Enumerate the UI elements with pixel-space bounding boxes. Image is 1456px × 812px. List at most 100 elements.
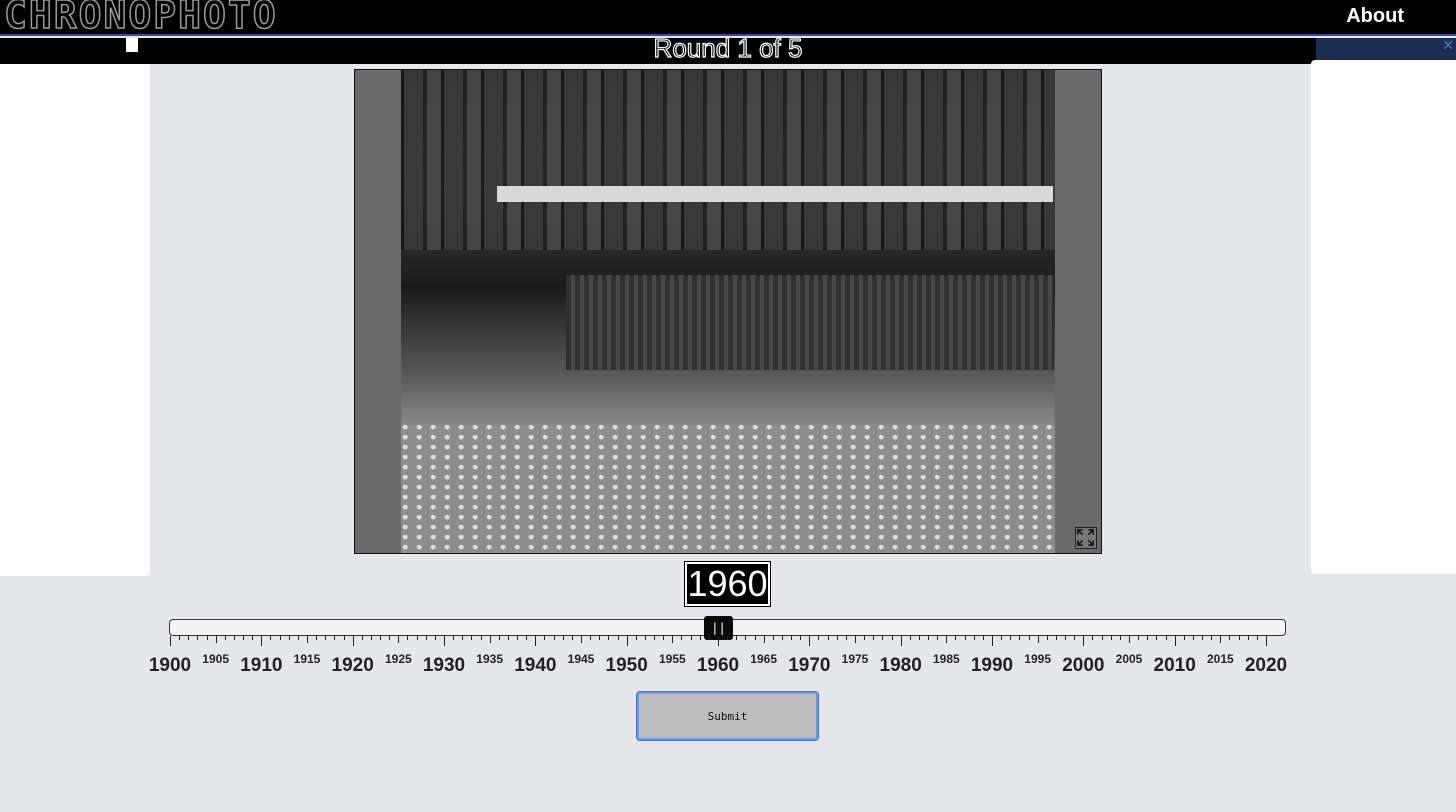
timeline-tick — [699, 636, 701, 640]
timeline-tick — [690, 636, 692, 640]
timeline-tick — [224, 636, 226, 640]
timeline-minor-label: 2015 — [1206, 652, 1234, 666]
timeline-major-label: 1900 — [148, 655, 192, 676]
timeline-tick — [718, 636, 719, 646]
photo-train-car — [566, 275, 1054, 370]
timeline-tick — [781, 636, 783, 640]
timeline-tick — [1028, 636, 1030, 640]
timeline-tick — [288, 636, 290, 640]
timeline-tick — [498, 636, 500, 640]
timeline-tick — [681, 636, 683, 640]
timeline-tick — [307, 636, 308, 643]
photo-train-roof — [497, 186, 1053, 202]
timeline-major-label: 2010 — [1153, 655, 1196, 676]
timeline-tick — [626, 636, 628, 646]
timeline-tick — [599, 636, 601, 640]
timeline-tick — [590, 636, 592, 640]
timeline-tick — [434, 636, 436, 640]
left-ad-banner[interactable] — [0, 38, 150, 576]
timeline-tick — [361, 636, 363, 640]
timeline-tick — [992, 636, 993, 646]
timeline-minor-label: 1925 — [384, 652, 412, 666]
timeline-tick — [206, 636, 208, 640]
timeline-tick — [946, 636, 948, 643]
timeline-tick — [1202, 636, 1204, 640]
timeline-tick — [663, 636, 665, 640]
timeline-major-label: 1920 — [331, 655, 374, 676]
timeline-major-label: 1930 — [422, 655, 466, 676]
timeline-tick — [672, 636, 674, 643]
timeline-tick — [982, 636, 984, 640]
timeline-tick — [1010, 636, 1012, 640]
timeline-tick — [1101, 636, 1103, 640]
timeline-tick — [170, 636, 171, 646]
about-link[interactable]: About — [1346, 5, 1404, 28]
timeline-tick — [1119, 636, 1121, 640]
right-ad-banner[interactable] — [1311, 60, 1456, 574]
timeline-tick — [617, 636, 619, 640]
timeline-tick — [1019, 636, 1021, 640]
timeline-minor-label: 1965 — [750, 652, 778, 666]
timeline-tick — [1156, 636, 1158, 640]
timeline-tick — [270, 636, 272, 640]
timeline-tick — [261, 636, 263, 646]
timeline-tick — [416, 636, 418, 640]
timeline-tick — [188, 636, 190, 640]
left-ad-fragment — [126, 38, 138, 52]
timeline-tick — [855, 636, 856, 643]
timeline-tick — [389, 636, 391, 640]
timeline-major-label: 1990 — [970, 655, 1014, 676]
timeline-tick — [708, 636, 710, 640]
timeline-tick — [1192, 636, 1194, 640]
chronophoto-logo[interactable]: CHRONOPHOTO — [3, 0, 278, 38]
timeline-tick — [425, 636, 427, 640]
timeline-tick — [480, 636, 482, 640]
timeline-major-label: 1940 — [514, 655, 557, 676]
timeline-tick — [1001, 636, 1003, 640]
timeline-tick — [197, 636, 199, 640]
timeline-tick — [827, 636, 829, 640]
timeline-tick — [316, 636, 318, 640]
timeline-major-label: 1910 — [240, 655, 283, 676]
timeline-tick — [553, 636, 555, 640]
timeline-tick — [1074, 636, 1076, 640]
timeline-minor-label: 1975 — [841, 652, 869, 666]
timeline-major-label: 1980 — [879, 655, 922, 676]
timeline-tick — [918, 636, 920, 640]
timeline-tick — [845, 636, 847, 640]
timeline-tick — [1055, 636, 1057, 640]
timeline-tick — [562, 636, 564, 640]
timeline-tick — [544, 636, 546, 640]
timeline-tick — [581, 636, 582, 643]
photo-forest — [401, 70, 1055, 250]
timeline-tick — [1046, 636, 1048, 640]
timeline-tick — [535, 636, 537, 646]
timeline-tick — [800, 636, 802, 640]
timeline-tick — [864, 636, 866, 640]
timeline-tick — [745, 636, 747, 640]
close-icon[interactable]: ✕ — [1442, 38, 1454, 52]
timeline-tick — [1256, 636, 1258, 640]
timeline-tick — [772, 636, 774, 640]
timeline-tick — [1247, 636, 1249, 640]
timeline-tick — [243, 636, 245, 640]
timeline-tick — [325, 636, 327, 640]
timeline-tick — [727, 636, 729, 640]
timeline-major-label: 1960 — [696, 655, 740, 676]
timeline-tick — [471, 636, 473, 640]
timeline-tick — [297, 636, 299, 640]
timeline-tick — [1229, 636, 1231, 640]
expand-icon[interactable] — [1075, 527, 1097, 549]
timeline-tick — [882, 636, 884, 640]
timeline-tick — [644, 636, 646, 640]
photo-ground — [401, 425, 1055, 553]
timeline-tick — [1220, 636, 1222, 643]
timeline-tick — [809, 636, 811, 646]
timeline-tick — [444, 636, 445, 646]
timeline-tick — [233, 636, 235, 640]
timeline-tick — [489, 636, 491, 643]
year-guess-display: 1960 — [684, 561, 771, 607]
timeline-tick — [526, 636, 528, 640]
right-ad-header[interactable] — [1316, 38, 1456, 62]
submit-button[interactable]: Submit — [636, 691, 819, 741]
